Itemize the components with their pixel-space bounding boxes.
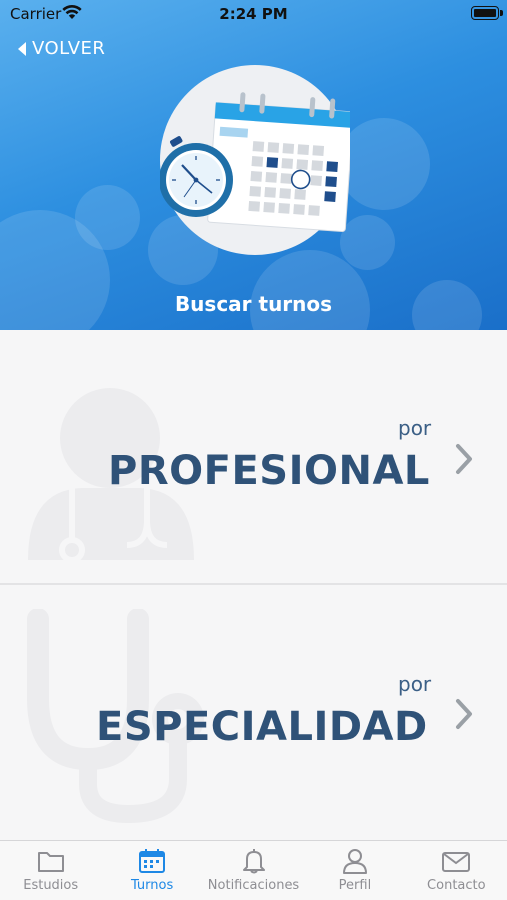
option-prefix: por [398, 672, 432, 696]
back-button[interactable]: VOLVER [18, 38, 105, 59]
bokeh [338, 118, 430, 210]
tab-label: Perfil [338, 878, 372, 893]
tab-label: Notificaciones [207, 878, 300, 893]
option-label: ESPECIALIDAD [96, 704, 428, 750]
battery-icon [471, 6, 503, 20]
chevron-left-icon [18, 41, 26, 56]
person-icon [342, 849, 367, 874]
back-button-label: VOLVER [32, 38, 106, 59]
search-by-specialty-button[interactable]: por ESPECIALIDAD [0, 587, 507, 840]
tab-turnos[interactable]: Turnos [101, 841, 202, 900]
option-label: PROFESIONAL [108, 448, 430, 494]
hero-illustration [159, 65, 354, 255]
folder-icon [37, 852, 64, 872]
tab-label: Estudios [23, 878, 79, 893]
calendar-icon [139, 849, 166, 873]
search-by-professional-button[interactable]: por PROFESIONAL [0, 330, 507, 585]
header: Carrier 2:24 PM VOLVER Buscar turnos [0, 0, 507, 330]
tab-label: Contacto [427, 878, 486, 893]
mail-icon [442, 852, 471, 872]
tab-notificaciones[interactable]: Notificaciones [203, 841, 304, 900]
bell-icon [242, 849, 265, 874]
bokeh [75, 185, 140, 250]
tab-label: Turnos [130, 878, 174, 893]
calendar-clock-icon [159, 92, 354, 233]
page-title: Buscar turnos [174, 292, 333, 316]
chevron-right-icon [456, 699, 472, 729]
status-bar: Carrier 2:24 PM [0, 0, 507, 28]
tab-perfil[interactable]: Perfil [304, 841, 405, 900]
tab-bar: Estudios Turnos Notificaciones Perfil Co… [0, 840, 507, 900]
option-prefix: por [398, 416, 432, 440]
tab-estudios[interactable]: Estudios [0, 841, 101, 900]
chevron-right-icon [456, 444, 472, 474]
status-time: 2:24 PM [219, 5, 288, 23]
tab-contacto[interactable]: Contacto [406, 841, 507, 900]
